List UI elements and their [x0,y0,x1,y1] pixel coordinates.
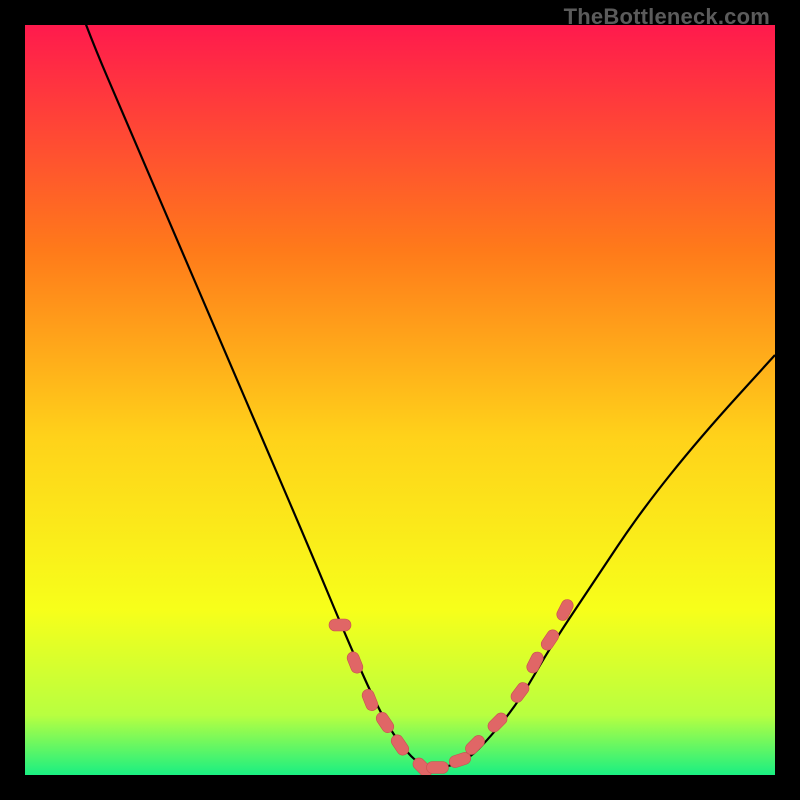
watermark-text: TheBottleneck.com [564,4,770,30]
chart-svg [25,25,775,775]
highlight-dot [427,762,449,774]
highlight-dot [360,688,379,713]
bottleneck-curve [25,25,775,768]
plot-area [25,25,775,775]
highlight-dot [555,597,576,622]
outer-frame: TheBottleneck.com [0,0,800,800]
highlight-dot [485,710,509,734]
highlight-dot [329,619,351,631]
highlight-dot [539,628,561,653]
